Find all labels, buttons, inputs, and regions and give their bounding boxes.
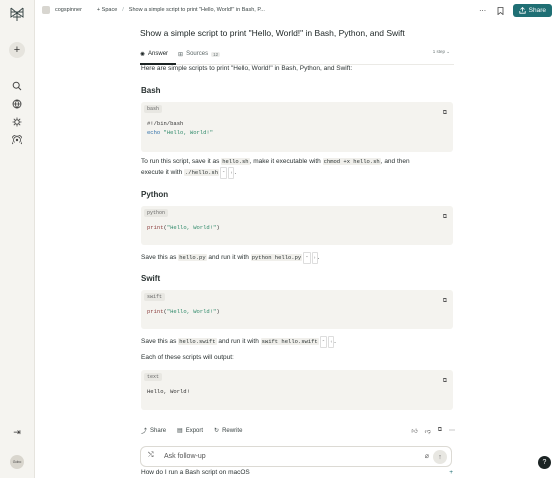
answer-actions: ⤴ Share ▤ Export ↻ Rewrite 👍︎ 👎︎ ⧉ ⋯: [141, 426, 455, 436]
arrow-right-bar-icon: ⇥: [13, 426, 21, 437]
space-link[interactable]: + Space: [97, 7, 117, 13]
plus-icon: +: [449, 469, 453, 476]
copy-icon[interactable]: ⧉: [443, 109, 447, 117]
help-button[interactable]: ?: [538, 456, 551, 469]
code-string: "Hello, World!": [163, 129, 214, 136]
avatar[interactable]: Gobo: [10, 455, 24, 469]
code-language-label: swift: [144, 293, 166, 301]
signal-icon[interactable]: [9, 132, 25, 148]
answer-intro: Here are simple scripts to print "Hello,…: [141, 65, 353, 72]
feedback-actions: 👍︎ 👎︎ ⧉ ⋯: [411, 427, 455, 435]
rewrite-label: Rewrite: [222, 427, 243, 434]
ellipsis-icon: ⋯: [479, 7, 487, 15]
code-line: #!/bin/bash: [147, 120, 184, 127]
swift-code-block: swift ⧉ print("Hello, World!"): [141, 290, 453, 329]
code-function: print: [147, 308, 164, 315]
code-keyword: echo: [147, 129, 161, 136]
bash-code-block: bash ⧉ #!/bin/bash echo "Hello, World!": [141, 102, 453, 152]
code-line: echo "Hello, World!": [147, 129, 213, 136]
share-answer-label: Share: [150, 427, 167, 434]
code-language-label: python: [144, 209, 169, 217]
plus-icon: +: [13, 43, 21, 56]
top-actions: ⋯ Share: [477, 4, 552, 17]
submit-button[interactable]: ↑: [433, 450, 447, 464]
sources-icon: ⊞: [178, 51, 184, 58]
code-line: print("Hello, World!"): [147, 224, 220, 231]
code-function: print: [147, 224, 164, 231]
share-button[interactable]: Share: [512, 4, 552, 17]
breadcrumb: cogspinner + Space / Show a simple scrip…: [42, 6, 265, 14]
answer-tabs: ✺ Answer ⊞ Sources 12 1 step ⌄: [140, 47, 454, 65]
export-button[interactable]: ▤ Export: [177, 427, 204, 435]
share-icon: ⤴: [141, 429, 148, 435]
related-question[interactable]: How do I run a Bash script on macOS +: [141, 469, 453, 476]
tab-answer[interactable]: ✺ Answer: [140, 51, 168, 58]
code-language-label: bash: [144, 105, 163, 113]
swift-instructions: Save this as hello.swift and run it with…: [141, 336, 455, 348]
bash-instructions: To run this script, save it as hello.sh,…: [141, 157, 455, 179]
python-code-block: python ⧉ print("Hello, World!"): [141, 206, 453, 245]
tab-sources-label: Sources: [186, 51, 209, 57]
answer-icon: ✺: [140, 51, 146, 58]
swift-heading: Swift: [141, 274, 161, 283]
question-title: Show a simple script to print "Hello, Wo…: [140, 28, 405, 38]
thread-title: Show a simple script to print "Hello, Wo…: [128, 7, 265, 13]
export-label: Export: [185, 427, 204, 434]
python-instructions: Save this as hello.py and run it with py…: [141, 252, 455, 264]
copy-answer-icon[interactable]: ⧉: [438, 427, 442, 435]
focus-toggle-icon[interactable]: ⤭: [148, 452, 154, 460]
output-code-block: text ⧉ Hello, World!: [141, 370, 453, 410]
bash-heading: Bash: [141, 86, 161, 95]
question-mark-icon: ?: [542, 459, 547, 466]
code-line: Hello, World!: [147, 388, 190, 395]
ask-follow-up-box[interactable]: ⤭ Ask follow-up ⌀ ↑: [140, 446, 452, 467]
sidebar: + ⇥ Gobo: [0, 0, 35, 478]
spaces-icon[interactable]: [9, 114, 25, 130]
copy-icon[interactable]: ⧉: [443, 297, 447, 305]
new-thread-button[interactable]: +: [9, 42, 25, 58]
code-string: "Hello, World!": [166, 308, 217, 315]
share-label: Share: [528, 7, 546, 14]
bookmark-icon: [497, 6, 504, 15]
bookmark-button[interactable]: [495, 5, 507, 17]
related-question-label: How do I run a Bash script on macOS: [141, 469, 250, 476]
more-options-button[interactable]: ⋯: [477, 5, 489, 17]
copy-icon[interactable]: ⧉: [443, 377, 447, 385]
ellipsis-icon[interactable]: ⋯: [449, 427, 455, 435]
collapse-sidebar-button[interactable]: ⇥: [9, 424, 25, 440]
python-heading: Python: [141, 190, 169, 199]
share-icon: [519, 7, 526, 14]
output-intro: Each of these scripts will output:: [141, 354, 234, 361]
workspace-name[interactable]: cogspinner: [55, 7, 82, 13]
chevron-down-icon: ⌄: [446, 49, 450, 54]
arrow-up-icon: ↑: [438, 453, 442, 461]
document-icon: ▤: [177, 428, 183, 434]
tab-sources[interactable]: ⊞ Sources 12: [178, 51, 221, 58]
steps-label: 1 step: [432, 49, 445, 54]
tab-answer-label: Answer: [148, 51, 169, 57]
steps-toggle[interactable]: 1 step ⌄: [433, 49, 450, 55]
share-answer-button[interactable]: ⤴ Share: [141, 426, 167, 436]
attach-icon[interactable]: ⌀: [425, 452, 429, 460]
workspace-icon: [42, 6, 50, 14]
sources-count-badge: 12: [211, 51, 221, 57]
globe-icon[interactable]: [9, 96, 25, 112]
code-line: print("Hello, World!"): [147, 308, 220, 315]
top-bar: cogspinner + Space / Show a simple scrip…: [36, 0, 560, 22]
thumbs-up-icon[interactable]: 👍︎: [411, 427, 417, 435]
search-icon[interactable]: [9, 78, 25, 94]
ask-follow-up-input[interactable]: Ask follow-up: [164, 453, 206, 460]
code-string: "Hello, World!": [166, 224, 217, 231]
breadcrumb-separator: /: [122, 7, 124, 13]
avatar-label: Gobo: [12, 460, 22, 464]
thread-content: Show a simple script to print "Hello, Wo…: [140, 22, 454, 65]
rewrite-icon: ↻: [214, 428, 220, 434]
perplexity-logo[interactable]: [8, 5, 26, 23]
code-language-label: text: [144, 373, 163, 381]
rewrite-button[interactable]: ↻ Rewrite: [214, 427, 243, 435]
copy-icon[interactable]: ⧉: [443, 213, 447, 221]
thumbs-down-icon[interactable]: 👎︎: [425, 427, 431, 435]
